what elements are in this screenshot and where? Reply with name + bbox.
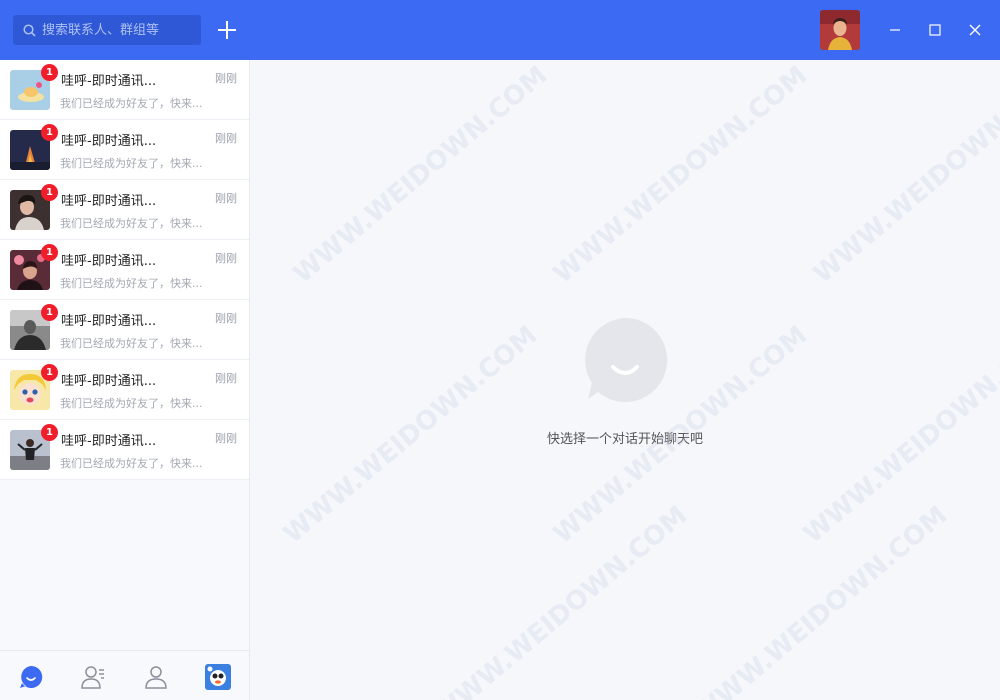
chat-time: 刚刚 [215,192,237,205]
contacts-icon [81,666,104,689]
chat-name: 哇呼-即时通讯... [61,194,157,209]
chat-preview: 我们已经成为好友了，快来... [60,277,203,290]
chat-preview: 我们已经成为好友了，快来... [60,457,203,470]
empty-chat-icon [582,317,668,403]
minimize-icon [890,29,900,31]
chat-time: 刚刚 [215,312,237,325]
app-icon [205,664,231,690]
chat-item[interactable]: 1 哇呼-即时通讯... 刚刚 我们已经成为好友了，快来... [0,60,249,120]
chat-name: 哇呼-即时通讯... [61,434,157,449]
main-panel: 快选择一个对话开始聊天吧 [250,60,1000,700]
chat-item[interactable]: 1 哇呼-即时通讯... 刚刚 我们已经成为好友了，快来... [0,120,249,180]
chat-time: 刚刚 [215,432,237,445]
chat-item[interactable]: 1 哇呼-即时通讯... 刚刚 我们已经成为好友了，快来... [0,240,249,300]
unread-badge: 1 [41,424,58,441]
unread-badge: 1 [41,304,58,321]
chat-name: 哇呼-即时通讯... [61,314,157,329]
chat-time: 刚刚 [215,372,237,385]
chat-item[interactable]: 1 哇呼-即时通讯... 刚刚 我们已经成为好友了，快来... [0,300,249,360]
search-box[interactable] [13,15,201,45]
maximize-button[interactable] [920,15,950,45]
unread-badge: 1 [41,364,58,381]
bottom-nav [0,650,249,700]
close-button[interactable] [960,15,990,45]
chat-icon [20,665,43,688]
nav-contacts[interactable] [80,664,106,690]
chat-item[interactable]: 1 哇呼-即时通讯... 刚刚 我们已经成为好友了，快来... [0,420,249,480]
chat-list: 1 哇呼-即时通讯... 刚刚 我们已经成为好友了，快来... 1 哇呼-即时通… [0,60,249,480]
unread-badge: 1 [41,244,58,261]
add-button[interactable] [214,17,240,43]
nav-profile[interactable] [143,664,169,690]
unread-badge: 1 [41,64,58,81]
close-icon [969,24,981,36]
nav-app[interactable] [205,664,231,690]
chat-preview: 我们已经成为好友了，快来... [60,97,203,110]
chat-name: 哇呼-即时通讯... [61,74,157,89]
empty-chat-text: 快选择一个对话开始聊天吧 [546,432,703,447]
my-avatar[interactable] [820,10,860,50]
sidebar: 1 哇呼-即时通讯... 刚刚 我们已经成为好友了，快来... 1 哇呼-即时通… [0,60,250,700]
chat-preview: 我们已经成为好友了，快来... [60,337,203,350]
chat-preview: 我们已经成为好友了，快来... [60,217,203,230]
title-bar [0,0,1000,60]
unread-badge: 1 [41,184,58,201]
maximize-icon [929,24,941,36]
chat-name: 哇呼-即时通讯... [61,254,157,269]
chat-item[interactable]: 1 哇呼-即时通讯... 刚刚 我们已经成为好友了，快来... [0,360,249,420]
chat-time: 刚刚 [215,72,237,85]
search-input[interactable] [42,22,192,38]
chat-preview: 我们已经成为好友了，快来... [60,157,203,170]
profile-icon [145,666,167,689]
chat-time: 刚刚 [215,252,237,265]
chat-preview: 我们已经成为好友了，快来... [60,397,203,410]
search-icon [23,23,36,37]
nav-chats[interactable] [18,664,44,690]
chat-time: 刚刚 [215,132,237,145]
minimize-button[interactable] [880,15,910,45]
chat-item[interactable]: 1 哇呼-即时通讯... 刚刚 我们已经成为好友了，快来... [0,180,249,240]
chat-name: 哇呼-即时通讯... [61,134,157,149]
chat-name: 哇呼-即时通讯... [61,374,157,389]
unread-badge: 1 [41,124,58,141]
